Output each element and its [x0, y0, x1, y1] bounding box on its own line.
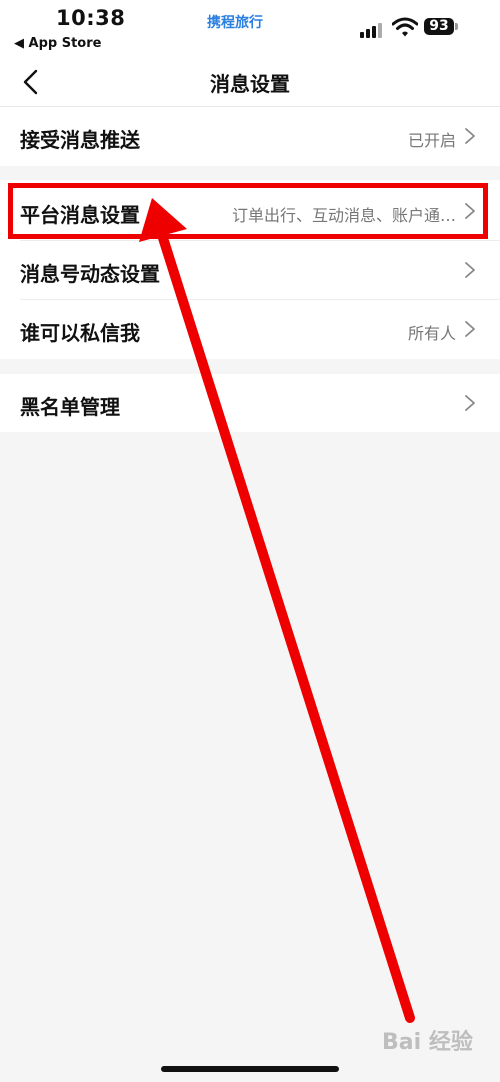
private-message-label: 谁可以私信我	[20, 321, 140, 345]
platform-label: 平台消息设置	[20, 203, 140, 227]
status-bar: 10:38 ◀ App Store 携程旅行 93	[0, 0, 500, 56]
settings-group-messages: 平台消息设置 订单出行、互动消息、账户通… 消息号动态设置 谁可以私信我 所有人	[0, 180, 500, 359]
ctrip-logo: 携程旅行	[207, 15, 263, 31]
settings-row-private-message[interactable]: 谁可以私信我 所有人	[0, 300, 500, 359]
private-message-value: 所有人	[407, 324, 456, 343]
battery-level: 93	[424, 18, 454, 35]
chevron-right-icon	[465, 128, 475, 144]
status-time: 10:38	[56, 6, 126, 30]
wifi-icon	[392, 17, 418, 37]
chevron-right-icon	[465, 262, 475, 278]
blacklist-label: 黑名单管理	[20, 395, 120, 419]
chevron-right-icon	[465, 395, 475, 411]
chevron-right-icon	[465, 321, 475, 337]
push-value: 已开启	[407, 131, 456, 150]
chevron-right-icon	[465, 203, 475, 219]
settings-row-account-dynamics[interactable]: 消息号动态设置	[0, 241, 500, 299]
settings-row-blacklist[interactable]: 黑名单管理	[0, 374, 500, 432]
settings-row-push[interactable]: 接受消息推送 已开启	[0, 107, 500, 166]
account-dynamics-label: 消息号动态设置	[20, 262, 160, 286]
nav-bar: 消息设置	[0, 56, 500, 107]
page-title: 消息设置	[210, 72, 290, 96]
back-to-app-store-link[interactable]: ◀ App Store	[14, 36, 101, 51]
push-label: 接受消息推送	[20, 128, 140, 152]
settings-row-platform[interactable]: 平台消息设置 订单出行、互动消息、账户通…	[0, 180, 500, 240]
cellular-signal-icon	[360, 20, 386, 38]
baidu-watermark: Bai 经验	[382, 1030, 473, 1055]
home-indicator[interactable]	[161, 1066, 339, 1072]
platform-value: 订单出行、互动消息、账户通…	[231, 206, 456, 225]
battery-icon: 93	[424, 17, 458, 37]
